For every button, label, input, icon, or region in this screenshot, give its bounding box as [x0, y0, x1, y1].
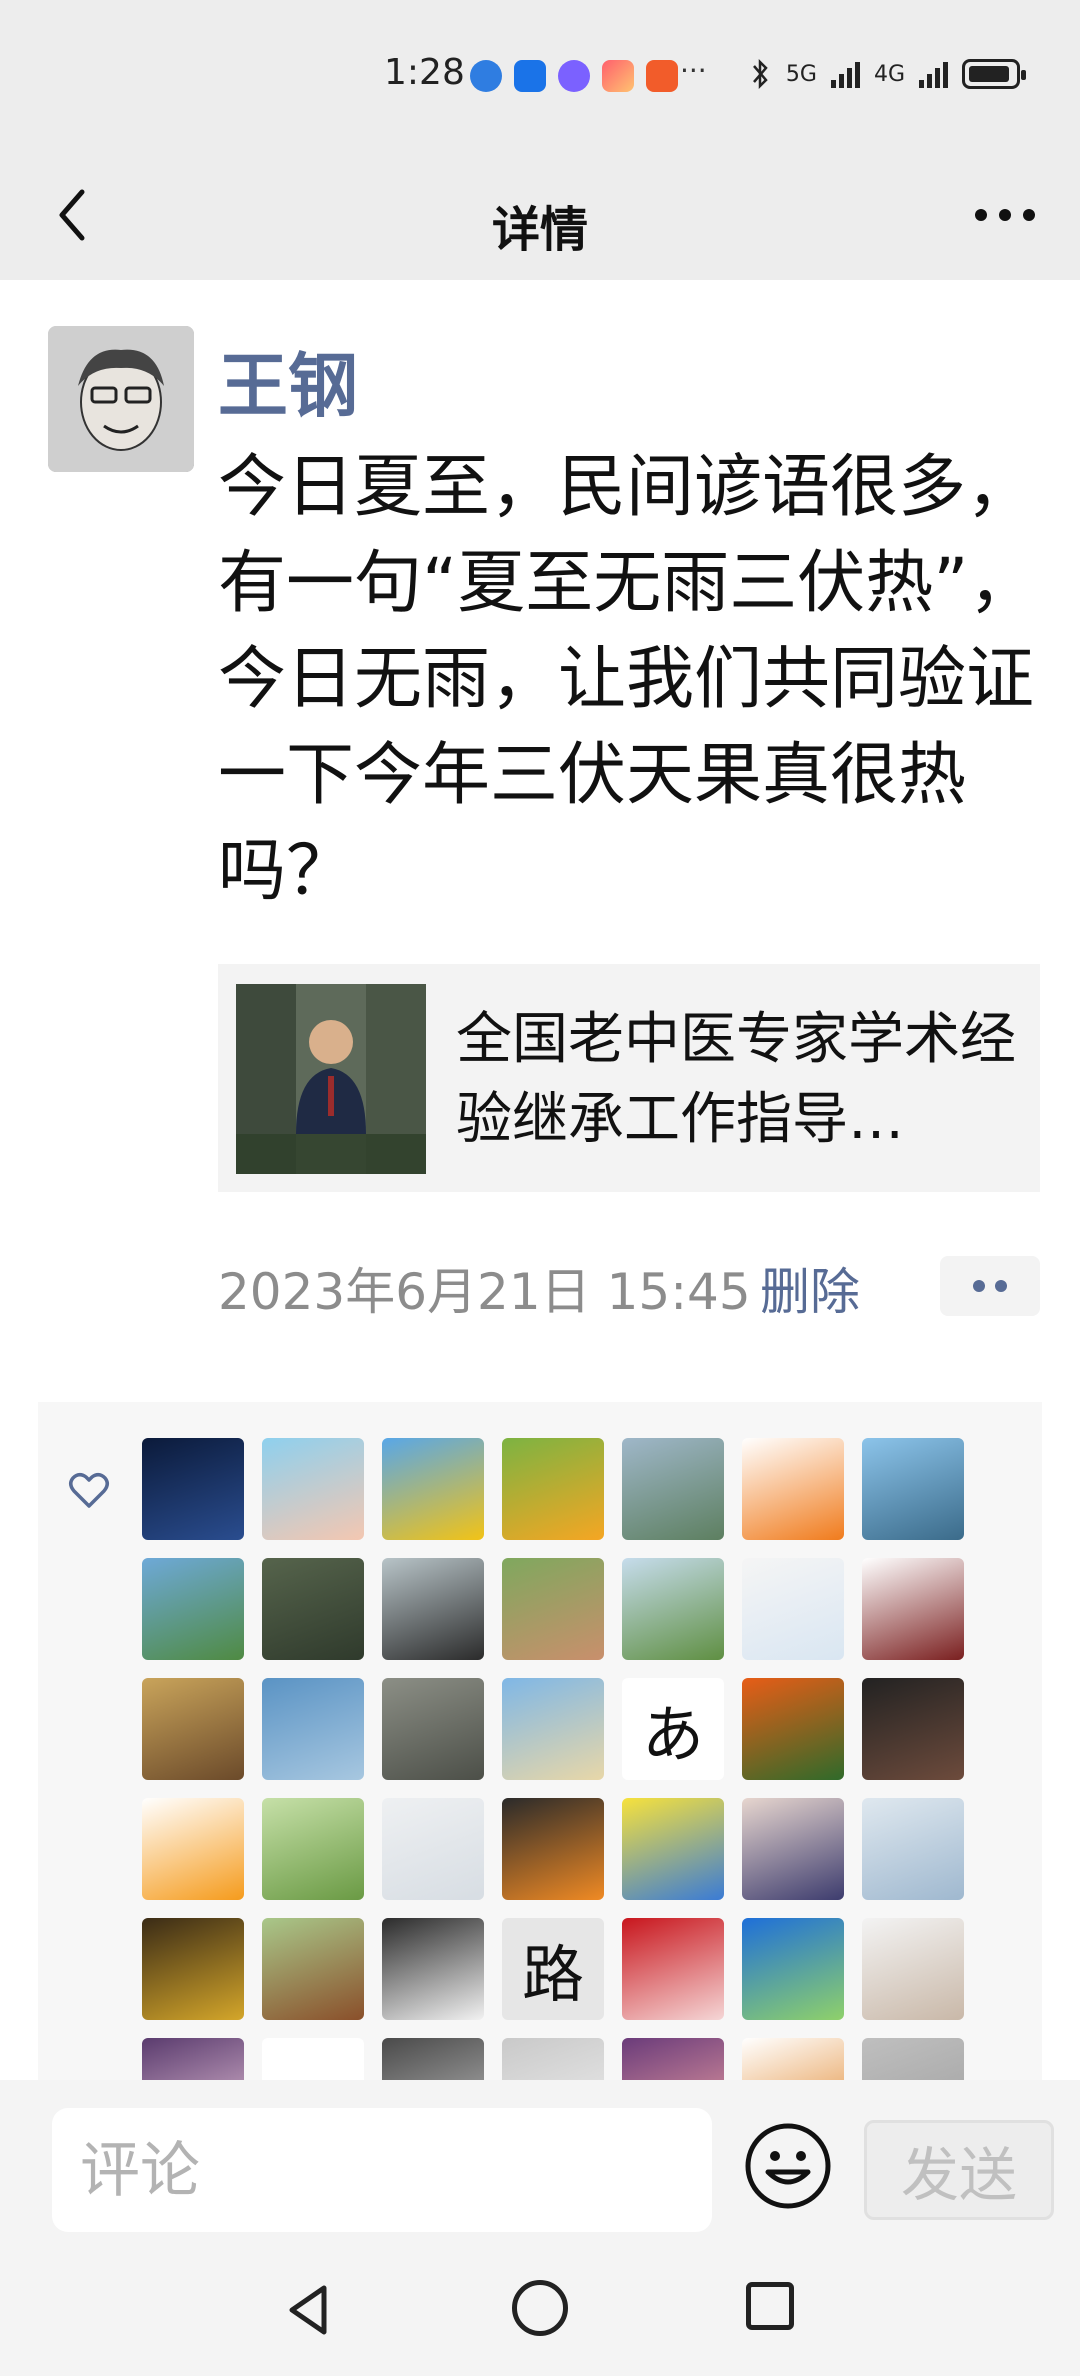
status-notification-icons: [470, 60, 678, 92]
more-options-icon[interactable]: [970, 200, 1040, 230]
city-lake-avatar[interactable]: [622, 1438, 724, 1540]
spongebob-avatar[interactable]: [622, 1798, 724, 1900]
status-right: 5G 4G: [750, 58, 1026, 90]
avatar-glyph: あ: [641, 1698, 704, 1771]
bluetooth-icon: [752, 58, 768, 90]
sky-person-avatar[interactable]: [262, 1678, 364, 1780]
green-portrait-avatar[interactable]: [262, 1798, 364, 1900]
signal-5g-icon: [830, 60, 860, 88]
network-5g-label: 5G: [785, 61, 817, 87]
park-trees-avatar[interactable]: [622, 1558, 724, 1660]
system-recent-apps-icon[interactable]: [746, 2282, 794, 2330]
battery-icon: [962, 59, 1026, 89]
author-name[interactable]: 王钢: [218, 330, 358, 431]
link-thumbnail: [236, 984, 426, 1174]
anime-girl-avatar[interactable]: [862, 1798, 964, 1900]
seal-emblem-avatar[interactable]: [862, 1558, 964, 1660]
orange-flower-avatar[interactable]: [742, 1438, 844, 1540]
crayon-boy-avatar[interactable]: [382, 1558, 484, 1660]
signal-4g-icon: [919, 60, 948, 88]
app-notification-icon: [514, 60, 546, 92]
app-notification-icon: [646, 60, 678, 92]
liker-avatar-grid: あ路: [142, 1438, 1022, 2102]
more-notifications-icon: ···: [680, 54, 707, 87]
painting-avatar[interactable]: [142, 1678, 244, 1780]
sketch-portrait-icon: [48, 326, 194, 472]
network-4g-label: 4G: [873, 61, 905, 87]
comment-input[interactable]: [52, 2108, 712, 2232]
placeholder-mountain-avatar[interactable]: [382, 1798, 484, 1900]
delete-button[interactable]: 删除: [760, 1252, 860, 1324]
seaside-avatar[interactable]: [862, 1438, 964, 1540]
comment-like-menu-button[interactable]: [940, 1256, 1040, 1316]
sunflower-avatar[interactable]: [382, 1438, 484, 1540]
tiger-avatar[interactable]: [142, 1798, 244, 1900]
cow-field-avatar[interactable]: [262, 1918, 364, 2020]
page-title: 详情: [491, 202, 588, 258]
link-title: 全国老中医专家学术经验继承工作指导…: [456, 1007, 1016, 1152]
emoji-icon[interactable]: [744, 2122, 832, 2210]
post-text: 今日夏至，民间谚语很多，有一句“夏至无雨三伏热”，今日无雨，让我们共同验证一下今…: [218, 448, 1037, 911]
video-still-icon: [236, 984, 426, 1174]
nav-bar: 详情: [0, 150, 1080, 280]
calligraphy-road-avatar[interactable]: 路: [502, 1918, 604, 2020]
blue-sky-avatar[interactable]: [742, 1918, 844, 2020]
beach-avatar[interactable]: [502, 1678, 604, 1780]
link-card[interactable]: 全国老中医专家学术经验继承工作指导…: [218, 964, 1040, 1192]
system-back-icon[interactable]: [280, 2280, 340, 2340]
calligraphy-avatar[interactable]: あ: [622, 1678, 724, 1780]
lanterns-avatar[interactable]: [622, 1918, 724, 2020]
app-notification-icon: [602, 60, 634, 92]
camera-screen-avatar[interactable]: [502, 1798, 604, 1900]
app-notification-icon: [470, 60, 502, 92]
bride-avatar[interactable]: [382, 1918, 484, 2020]
apricots-avatar[interactable]: [502, 1438, 604, 1540]
cartoon-girl-avatar[interactable]: [262, 1438, 364, 1540]
child-photo-avatar[interactable]: [502, 1558, 604, 1660]
status-time: 1:28: [384, 52, 465, 93]
send-button[interactable]: 发送: [864, 2120, 1054, 2220]
avatar-glyph: 路: [521, 1938, 584, 2011]
girl-hat-avatar[interactable]: [862, 1918, 964, 2020]
likes-panel: あ路: [38, 1402, 1042, 2102]
comment-bar: 发送: [0, 2080, 1080, 2250]
shop-front-avatar[interactable]: [142, 1918, 244, 2020]
man-portrait-avatar[interactable]: [862, 1678, 964, 1780]
system-home-icon[interactable]: [512, 2280, 568, 2336]
family-photo-avatar[interactable]: [382, 1678, 484, 1780]
doctor-avatar[interactable]: [742, 1558, 844, 1660]
status-bar: 1:28 ··· 5G 4G: [0, 0, 1080, 150]
river-rocks-avatar[interactable]: [262, 1558, 364, 1660]
lady-portrait-avatar[interactable]: [742, 1798, 844, 1900]
lake-mountain-avatar[interactable]: [142, 1558, 244, 1660]
clivia-flower-avatar[interactable]: [742, 1678, 844, 1780]
planets-avatar[interactable]: [142, 1438, 244, 1540]
heart-icon: [69, 1473, 109, 1508]
music-notification-icon: [558, 60, 590, 92]
post-timestamp: 2023年6月21日 15:45: [218, 1263, 751, 1321]
system-nav-bar: [0, 2250, 1080, 2376]
author-avatar[interactable]: [48, 326, 194, 472]
